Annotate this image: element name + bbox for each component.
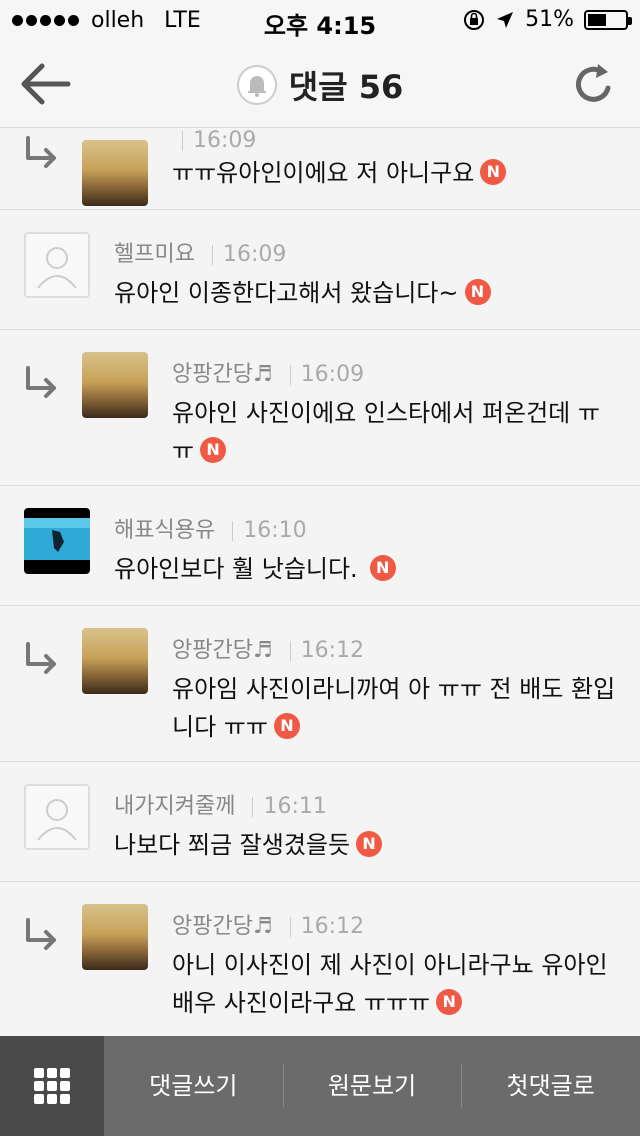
reply-arrow-icon (26, 366, 56, 398)
default-avatar-icon (37, 799, 77, 841)
comment-item: 앙팡간당♬ 16:12 유아임 사진이라니까여 아 ㅠㅠ 전 배도 환입니다 ㅠ… (0, 606, 640, 762)
page-title: 댓글 56 (0, 62, 640, 109)
comment-time: 16:12 (300, 914, 365, 939)
comment-text: 나보다 쬐금 잘생겼을듯 N (114, 826, 614, 864)
comment-meta: 헬프미요 16:09 (114, 236, 286, 268)
comment-meta: 16:09 (172, 128, 256, 153)
avatar-image (24, 518, 90, 560)
reply-arrow-icon (26, 642, 56, 674)
comment-text: 유아임 사진이라니까여 아 ㅠㅠ 전 배도 환입니다 ㅠㅠ N (172, 675, 616, 741)
avatar[interactable] (24, 508, 90, 574)
comment-time: 16:09 (222, 242, 287, 267)
comment-author: 헬프미요 (114, 242, 195, 267)
comment-author: 내가지켜줄께 (114, 794, 236, 819)
new-badge: N (356, 831, 383, 857)
comment-meta: 앙팡간당♬ 16:12 (172, 632, 364, 664)
bottom-toolbar: 댓글쓰기 원문보기 첫댓글로 (0, 1036, 640, 1136)
comment-meta: 해표식용유 16:10 (114, 512, 307, 544)
comment-text: 유아인보다 훨 낫습니다. N (114, 550, 614, 588)
avatar[interactable] (24, 232, 90, 298)
comment-time: 16:11 (263, 794, 327, 819)
comment-meta: 앙팡간당♬ 16:09 (172, 356, 364, 388)
reply-arrow-icon (26, 918, 56, 950)
comment-item: 앙팡간당♬ 16:09 유아인 사진이에요 인스타에서 퍼온건데 ㅠㅠ N (0, 330, 640, 486)
location-arrow-icon (497, 11, 514, 28)
comment-list[interactable]: 16:09 ㅠㅠ유아인이에요 저 아니구요 N 헬프미요 16:09 유아인 이종… (0, 128, 640, 1036)
status-right: 51% (463, 7, 632, 32)
new-badge: N (436, 989, 463, 1015)
grid-icon (34, 1068, 70, 1104)
comment-author: 앙팡간당♬ (172, 362, 273, 387)
bell-icon[interactable] (236, 65, 277, 105)
comment-text: ㅠㅠ유아인이에요 저 아니구요 N (172, 154, 612, 192)
comment-text: 유아인 사진이에요 인스타에서 퍼온건데 ㅠㅠ N (172, 399, 600, 465)
menu-grid-button[interactable] (0, 1036, 104, 1136)
write-comment-button[interactable]: 댓글쓰기 (104, 1036, 283, 1136)
page-title-text: 댓글 56 (288, 68, 404, 106)
new-badge: N (369, 555, 396, 581)
battery-icon (584, 9, 632, 30)
avatar[interactable] (82, 352, 148, 418)
comment-author: 앙팡간당♬ (172, 638, 273, 663)
avatar[interactable] (24, 784, 90, 850)
avatar[interactable] (82, 904, 148, 970)
status-bar: olleh LTE 오후 4:15 51% (0, 0, 640, 40)
default-avatar-icon (37, 247, 77, 289)
new-badge: N (480, 159, 507, 185)
comment-author: 해표식용유 (114, 518, 216, 543)
first-comment-button[interactable]: 첫댓글로 (461, 1036, 640, 1136)
comment-item: 16:09 ㅠㅠ유아인이에요 저 아니구요 N (0, 128, 640, 210)
comment-time: 16:09 (193, 128, 257, 153)
comment-item: 앙팡간당♬ 16:12 아니 이사진이 제 사진이 아니라구뇨 유아인 배우 사… (0, 882, 640, 1036)
comment-item: 해표식용유 16:10 유아인보다 훨 낫습니다. N (0, 486, 640, 606)
view-original-button[interactable]: 원문보기 (282, 1036, 462, 1136)
new-badge: N (464, 279, 491, 305)
nav-bar: 댓글 56 (0, 40, 640, 128)
rotation-lock-icon (464, 9, 485, 30)
comment-text: 아니 이사진이 제 사진이 아니라구뇨 유아인 배우 사진이라구요 ㅠㅠㅠ N (172, 951, 608, 1017)
comment-author: 앙팡간당♬ (172, 914, 273, 939)
comment-item: 내가지켜줄께 16:11 나보다 쬐금 잘생겼을듯 N (0, 762, 640, 882)
comment-item: 헬프미요 16:09 유아인 이종한다고해서 왔습니다~ N (0, 210, 640, 330)
comment-text: 유아인 이종한다고해서 왔습니다~ N (114, 274, 614, 312)
avatar[interactable] (82, 140, 148, 206)
new-badge: N (273, 713, 300, 739)
comment-meta: 앙팡간당♬ 16:12 (172, 908, 364, 940)
comment-meta: 내가지켜줄께 16:11 (114, 788, 327, 820)
comment-time: 16:12 (300, 638, 365, 663)
new-badge: N (200, 437, 227, 463)
refresh-icon[interactable] (568, 58, 620, 110)
comment-time: 16:10 (243, 518, 307, 543)
avatar[interactable] (82, 628, 148, 694)
comment-time: 16:09 (300, 362, 365, 387)
reply-arrow-icon (26, 136, 56, 168)
battery-percent: 51% (525, 7, 574, 32)
